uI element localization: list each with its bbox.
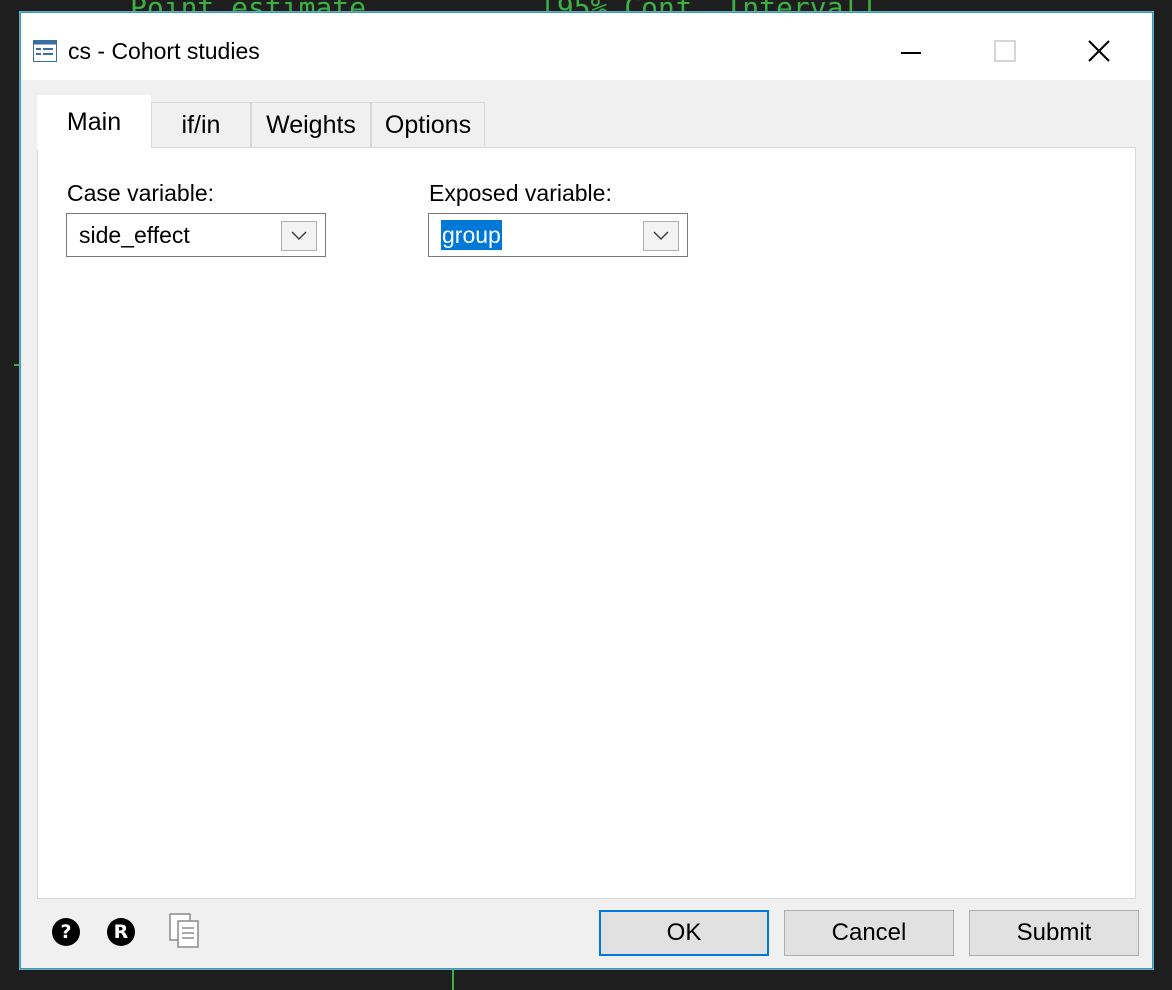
ok-button-label: OK xyxy=(666,919,702,946)
submit-button[interactable]: Submit xyxy=(969,910,1139,956)
reset-icon[interactable]: R xyxy=(107,918,135,946)
title-bar[interactable]: cs - Cohort studies xyxy=(21,13,1152,80)
tab-if-in-label: if/in xyxy=(181,111,221,139)
case-variable-value: side_effect xyxy=(79,222,190,248)
main-tab-panel: Case variable: side_effect Exposed varia… xyxy=(37,147,1136,899)
help-icon-glyph: ? xyxy=(60,921,72,943)
case-variable-combobox[interactable]: side_effect xyxy=(66,213,326,257)
tab-if-in[interactable]: if/in xyxy=(151,102,251,148)
cancel-button[interactable]: Cancel xyxy=(784,910,954,956)
tab-options-label: Options xyxy=(384,111,472,139)
dialog-form-icon xyxy=(33,40,57,62)
case-variable-dropdown-button[interactable] xyxy=(281,221,317,251)
exposed-variable-label: Exposed variable: xyxy=(429,180,612,206)
chevron-down-icon xyxy=(291,231,307,241)
tab-weights[interactable]: Weights xyxy=(251,102,371,148)
window-title: cs - Cohort studies xyxy=(68,38,260,64)
minimize-button[interactable] xyxy=(881,23,941,79)
reset-icon-glyph: R xyxy=(113,921,129,943)
close-button[interactable] xyxy=(1069,23,1129,79)
ok-button[interactable]: OK xyxy=(599,910,769,956)
tab-main[interactable]: Main xyxy=(37,95,151,149)
case-variable-label: Case variable: xyxy=(67,180,215,206)
maximize-button[interactable] xyxy=(975,23,1035,79)
exposed-variable-value: group xyxy=(441,220,502,250)
tab-weights-label: Weights xyxy=(266,111,356,139)
copy-command-icon[interactable] xyxy=(169,913,201,949)
exposed-variable-combobox[interactable]: group xyxy=(428,213,688,257)
tab-main-label: Main xyxy=(66,107,122,136)
minimize-icon xyxy=(901,52,921,54)
dialog-window: cs - Cohort studies Main if/in Weights O… xyxy=(20,12,1153,969)
exposed-variable-dropdown-button[interactable] xyxy=(643,221,679,251)
cancel-button-label: Cancel xyxy=(831,919,907,946)
close-icon xyxy=(1088,40,1110,62)
submit-button-label: Submit xyxy=(1016,919,1092,946)
chevron-down-icon xyxy=(653,231,669,241)
tab-options[interactable]: Options xyxy=(371,102,485,148)
help-icon[interactable]: ? xyxy=(52,918,80,946)
maximize-icon xyxy=(994,40,1016,62)
